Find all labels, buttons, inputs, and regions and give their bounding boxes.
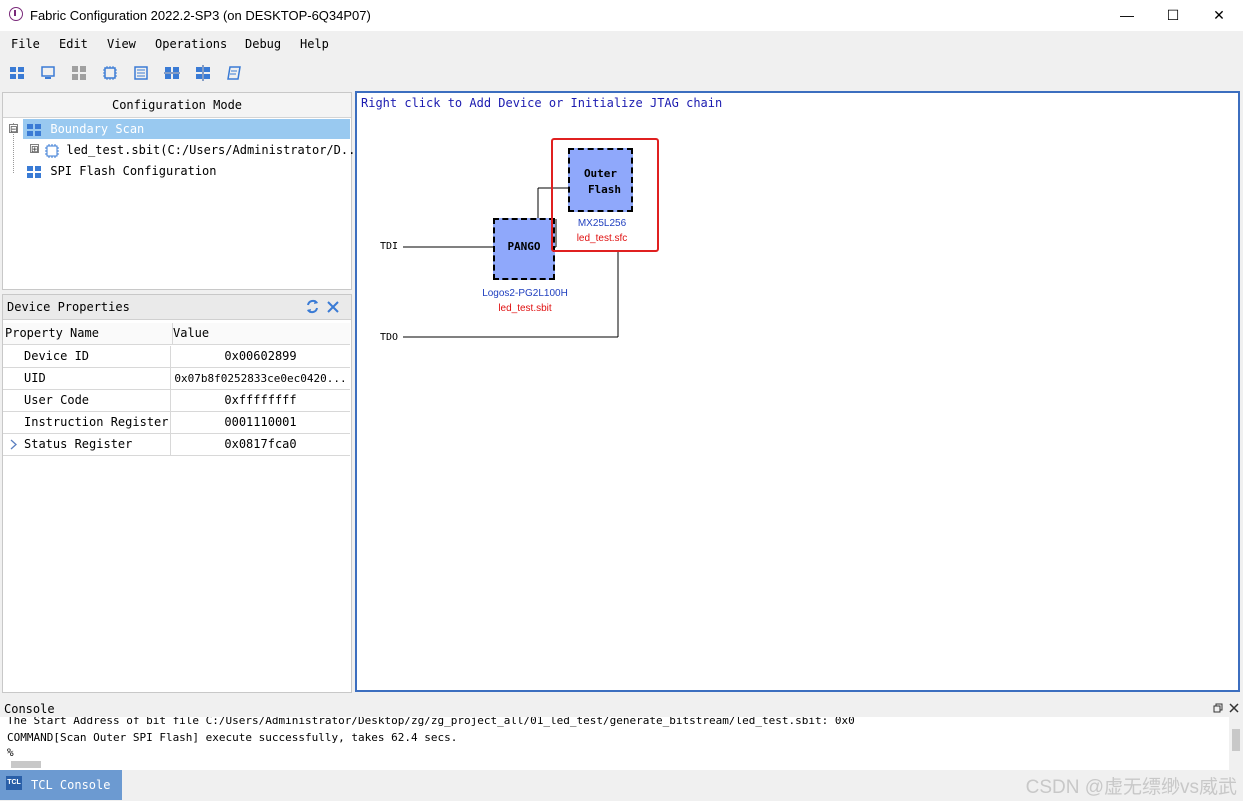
tdo-label: TDO (380, 332, 399, 343)
tree-item-boundary-scan[interactable]: Boundary Scan (23, 119, 350, 139)
vertical-scrollbar[interactable] (1229, 717, 1243, 770)
configuration-mode-header: Configuration Mode (3, 93, 351, 118)
menu-file[interactable]: File (11, 37, 40, 51)
table-row[interactable]: User Code 0xffffffff (3, 390, 350, 412)
flash-file-label: led_test.sfc (576, 233, 628, 244)
bottom-tab-bar: TCL TCL Console CSDN @虚无缥缈vs威武 (0, 770, 1243, 801)
tab-label: TCL Console (31, 778, 111, 792)
property-name: UID (3, 368, 171, 389)
pango-part-label: Logos2-PG2L100H (482, 288, 568, 299)
restore-icon[interactable] (1213, 703, 1223, 713)
grid-icon[interactable] (71, 65, 87, 81)
console-header: Console (0, 700, 1243, 717)
menu-edit[interactable]: Edit (59, 37, 88, 51)
jtag-chain-canvas[interactable]: Right click to Add Device or Initialize … (355, 91, 1240, 692)
pango-chip-label: PANGO (507, 240, 541, 253)
collapse-icon[interactable]: ⊟ (9, 124, 18, 134)
script-icon[interactable] (226, 65, 242, 81)
expand-icon[interactable]: ⊞ (30, 144, 39, 154)
table-row[interactable]: Device ID 0x00602899 (3, 346, 350, 368)
property-name: Device ID (3, 346, 171, 367)
console-line: COMMAND[Scan Outer SPI Flash] execute su… (7, 731, 458, 744)
spi-flash-tree-icon (27, 165, 41, 178)
table-row[interactable]: Instruction Register 0001110001 (3, 412, 350, 434)
property-name: Instruction Register (3, 412, 171, 433)
table-header-row: Property Name Value (3, 323, 350, 345)
tdi-label: TDI (380, 241, 399, 252)
watermark: CSDN @虚无缥缈vs威武 (1025, 777, 1237, 798)
list-icon[interactable] (133, 65, 149, 81)
menu-view[interactable]: View (107, 37, 136, 51)
console-line: The Start Address of bit file C:/Users/A… (7, 717, 855, 727)
column-header: Value (173, 326, 210, 340)
window-title: Fabric Configuration 2022.2-SP3 (on DESK… (30, 8, 371, 23)
flash-chip-label-line1: Outer (583, 167, 618, 180)
property-name: User Code (3, 390, 171, 411)
tab-tcl-console[interactable]: TCL TCL Console (0, 770, 122, 800)
title-bar: Fabric Configuration 2022.2-SP3 (on DESK… (0, 0, 1243, 31)
outer-flash-device[interactable]: Outer Flash (568, 148, 633, 212)
table-row[interactable]: UID 0x07b8f0252833ce0ec0420... (3, 368, 350, 390)
horizontal-scrollbar-thumb[interactable] (11, 761, 41, 768)
tree-item-sbit-file[interactable]: led_test.sbit(C:/Users/Administrator/D..… (45, 140, 363, 160)
console-title: Console (4, 702, 55, 716)
property-value: 0x00602899 (224, 349, 297, 363)
toolbar (0, 57, 1243, 89)
close-icon[interactable] (327, 301, 339, 313)
boundary-scan-tree-icon (27, 123, 41, 136)
property-name: Status Register (3, 434, 171, 455)
chain-alt-icon[interactable] (195, 65, 211, 81)
tree-item-label: led_test.sbit(C:/Users/Administrator/D..… (66, 143, 363, 157)
maximize-button[interactable]: ☐ (1150, 0, 1196, 31)
tree-item-label: SPI Flash Configuration (50, 164, 217, 178)
pango-device[interactable]: PANGO (493, 218, 555, 280)
pango-file-label: led_test.sbit (498, 303, 552, 314)
console-line: % (7, 746, 14, 759)
close-icon[interactable] (1229, 703, 1239, 713)
monitor-icon[interactable] (40, 65, 56, 81)
flash-part-label: MX25L256 (577, 218, 627, 229)
device-properties-title: Device Properties (7, 300, 130, 314)
scrollbar-thumb[interactable] (1232, 729, 1240, 751)
menu-help[interactable]: Help (300, 37, 329, 51)
device-properties-header: Device Properties (3, 295, 351, 320)
jtag-chain-wires (403, 187, 619, 338)
device-properties-panel: Device Properties Property Name Value De… (2, 294, 352, 693)
tree-item-spi-flash[interactable]: SPI Flash Configuration (27, 161, 217, 181)
column-header: Property Name (3, 323, 173, 344)
menu-bar: File Edit View Operations Debug Help (0, 31, 1243, 57)
app-icon (9, 7, 23, 21)
close-button[interactable]: ✕ (1196, 0, 1242, 31)
console-panel: Console The Start Address of bit file C:… (0, 700, 1243, 770)
chip-file-icon (45, 143, 59, 158)
table-row[interactable]: Status Register 0x0817fca0 (3, 434, 350, 456)
tcl-icon: TCL (6, 776, 22, 790)
tree-item-label: Boundary Scan (50, 122, 145, 136)
chain-icon[interactable] (164, 65, 180, 81)
chip-icon[interactable] (102, 65, 118, 81)
configuration-mode-panel: Configuration Mode ⊟ Boundary Scan ⊞ led… (2, 92, 363, 290)
flash-chip-label-line2: Flash (587, 183, 622, 196)
menu-debug[interactable]: Debug (245, 37, 281, 51)
boundary-scan-icon[interactable] (9, 65, 25, 81)
property-value: 0x07b8f0252833ce0ec0420... (174, 372, 347, 385)
property-value: 0xffffffff (224, 393, 297, 407)
menu-operations[interactable]: Operations (155, 37, 227, 51)
console-output[interactable]: The Start Address of bit file C:/Users/A… (0, 717, 1229, 770)
property-value: 0001110001 (224, 415, 297, 429)
refresh-icon[interactable] (305, 299, 320, 314)
property-value: 0x0817fca0 (224, 437, 297, 451)
minimize-button[interactable]: — (1104, 0, 1150, 31)
